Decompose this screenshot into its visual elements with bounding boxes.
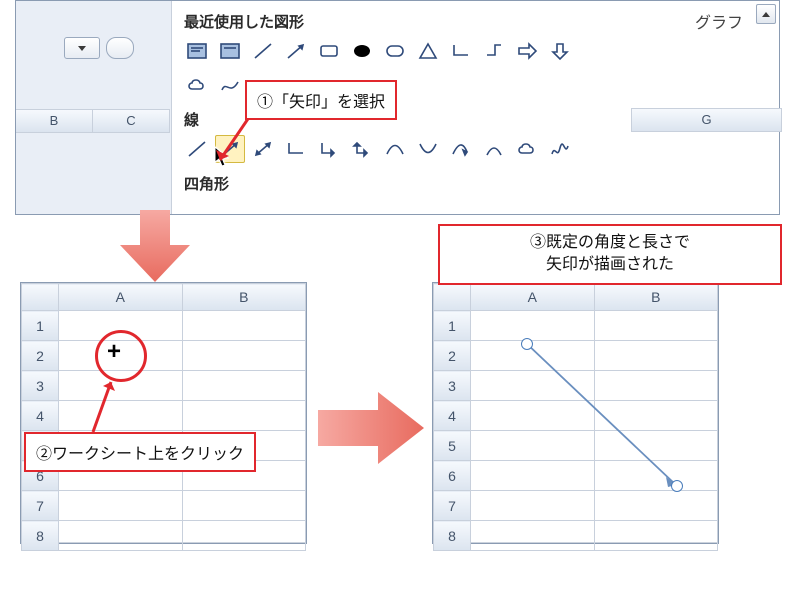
lines-row [182,133,769,167]
col-b: B [16,110,93,132]
curve-arrow-icon[interactable] [446,135,476,163]
line2-icon[interactable] [182,135,212,163]
blockarrow-icon[interactable] [512,37,542,65]
callout-3-text: ③既定の角度と長さで矢印が描画された [530,234,690,273]
callout-2: ②ワークシート上をクリック [24,432,256,472]
quick-dropdown[interactable] [64,37,100,59]
curve1-icon[interactable] [380,135,410,163]
col-b[interactable]: B [182,284,306,311]
row-5[interactable]: 5 [434,431,471,461]
cloud2-icon[interactable] [512,135,542,163]
row-1[interactable]: 1 [22,311,59,341]
corner-cell[interactable] [22,284,59,311]
process-arrow-right [318,388,428,468]
downarrow-icon[interactable] [545,37,575,65]
row-7[interactable]: 7 [22,491,59,521]
elbow-both-icon[interactable] [347,135,377,163]
elbow2-icon[interactable] [479,37,509,65]
process-arrow-down [115,210,195,285]
triangle-icon[interactable] [413,37,443,65]
ribbon-gutter: B C [16,1,172,214]
elbow-icon[interactable] [446,37,476,65]
ribbon-tab-chart[interactable]: グラフ [695,9,743,33]
scroll-up-button[interactable] [756,4,776,24]
callout-3: ③既定の角度と長さで矢印が描画された [438,224,782,285]
elbow-arrow-icon[interactable] [314,135,344,163]
row-8[interactable]: 8 [434,521,471,551]
cloud-icon[interactable] [182,71,212,99]
drawn-arrow-shape[interactable] [518,335,688,495]
crosshair-cursor: + [107,338,121,366]
col-b[interactable]: B [594,284,718,311]
scribble-icon[interactable] [545,135,575,163]
row-4[interactable]: 4 [434,401,471,431]
textbox-icon[interactable] [182,37,212,65]
row-4[interactable]: 4 [22,401,59,431]
freeform-icon[interactable] [215,71,245,99]
row-2[interactable]: 2 [22,341,59,371]
quick-shape[interactable] [106,37,134,59]
callout2-pointer [85,376,125,436]
recent-shapes-row [182,35,769,69]
row-1[interactable]: 1 [434,311,471,341]
elbow3-icon[interactable] [281,135,311,163]
shape-handle-end[interactable] [671,480,683,492]
line-icon[interactable] [248,37,278,65]
col-a[interactable]: A [471,284,595,311]
col-a[interactable]: A [59,284,183,311]
row-2[interactable]: 2 [434,341,471,371]
group-rect: 四角形 [182,167,769,197]
row-3[interactable]: 3 [22,371,59,401]
grid-before[interactable]: A B 1 2 3 4 5 6 7 8 [21,283,306,551]
worksheet-before: A B 1 2 3 4 5 6 7 8 [20,282,307,544]
curve2-icon[interactable] [413,135,443,163]
row-8[interactable]: 8 [22,521,59,551]
group-recent: 最近使用した図形 [182,5,769,35]
shape-handle-start[interactable] [521,338,533,350]
row-7[interactable]: 7 [434,491,471,521]
oval-icon[interactable] [347,37,377,65]
textbox2-icon[interactable] [215,37,245,65]
arrow-line-icon[interactable] [281,37,311,65]
callout-1: ①「矢印」を選択 [245,80,397,120]
arc-icon[interactable] [479,135,509,163]
row-3[interactable]: 3 [434,371,471,401]
roundrect-icon[interactable] [380,37,410,65]
col-g: G [631,108,782,132]
col-c: C [93,110,170,132]
corner-cell[interactable] [434,284,471,311]
sheet-header-peek: B C [16,109,170,133]
rect-icon[interactable] [314,37,344,65]
row-6[interactable]: 6 [434,461,471,491]
